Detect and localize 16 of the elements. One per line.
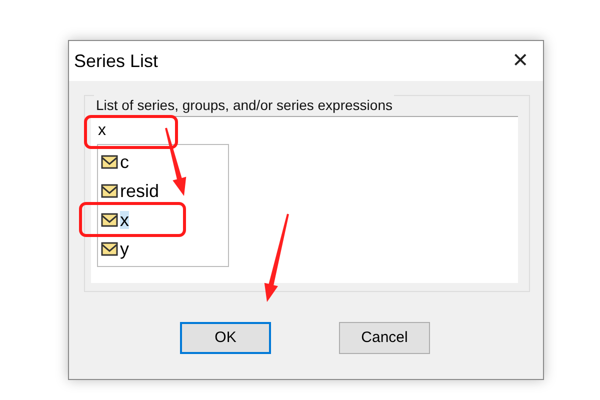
group-label: List of series, groups, and/or series expressions: [94, 95, 394, 116]
input-field[interactable]: x: [98, 119, 138, 143]
ok-button[interactable]: OK: [180, 322, 271, 354]
close-button[interactable]: ✕: [508, 51, 533, 71]
series-icon: [101, 212, 118, 226]
cancel-button[interactable]: Cancel: [339, 322, 430, 354]
series-item[interactable]: c: [120, 152, 129, 170]
series-item[interactable]: resid: [120, 182, 160, 200]
series-icon: [101, 184, 118, 198]
series-item[interactable]: y: [120, 240, 129, 258]
annotation-arrow: [165, 128, 186, 196]
series-icon: [101, 154, 118, 168]
expression-box[interactable]: x c resid x y: [91, 116, 518, 283]
window-title: Series List: [74, 50, 158, 72]
series-item[interactable]: x: [120, 210, 129, 228]
series-icon: [101, 242, 118, 256]
